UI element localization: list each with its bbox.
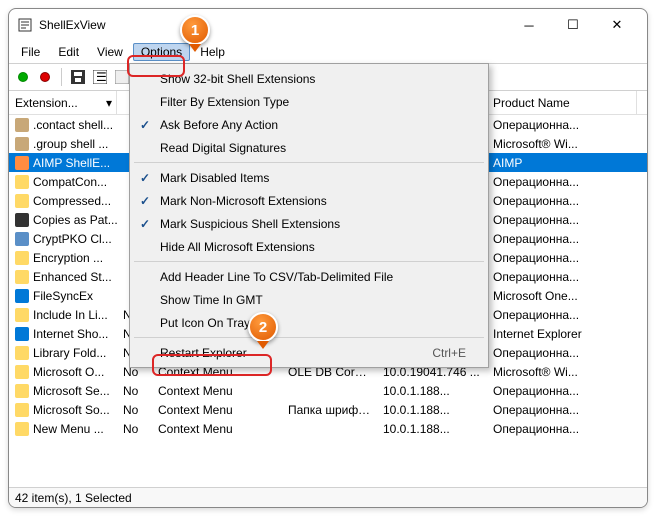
table-row[interactable]: Microsoft Se...NoContext Menu10.0.1.188.… [9,381,647,400]
statusbar: 42 item(s), 1 Selected [9,487,647,507]
window: ShellExView ─ ☐ ✕ File Edit View Options… [8,8,648,508]
menu-item[interactable]: Mark Suspicious Shell Extensions [132,212,486,235]
svg-text:☰: ☰ [96,70,107,84]
save-icon[interactable] [70,69,86,85]
menu-view[interactable]: View [89,43,131,61]
table-row[interactable]: Microsoft So...NoContext MenuПапка шрифт… [9,400,647,419]
menu-item[interactable]: Mark Non-Microsoft Extensions [132,189,486,212]
menu-edit[interactable]: Edit [50,43,87,61]
close-button[interactable]: ✕ [595,10,639,40]
maximize-button[interactable]: ☐ [551,10,595,40]
menu-item[interactable]: Mark Disabled Items [132,166,486,189]
minimize-button[interactable]: ─ [507,10,551,40]
disable-icon[interactable] [37,69,53,85]
menu-file[interactable]: File [13,43,48,61]
properties-icon[interactable] [114,69,130,85]
callout-1: 1 [180,15,210,52]
menu-item[interactable]: Read Digital Signatures [132,136,486,159]
refresh-icon[interactable]: ☰ [92,69,108,85]
menu-item[interactable]: Show Time In GMT [132,288,486,311]
enable-icon[interactable] [15,69,31,85]
menubar: File Edit View Options Help [9,41,647,63]
menu-item[interactable]: Ask Before Any Action [132,113,486,136]
table-row[interactable]: New Menu ...NoContext Menu10.0.1.188...О… [9,419,647,438]
menu-item[interactable]: Add Header Line To CSV/Tab-Delimited Fil… [132,265,486,288]
menu-item[interactable]: Put Icon On Tray [132,311,486,334]
callout-2: 2 [248,312,278,349]
menu-item[interactable]: Filter By Extension Type [132,90,486,113]
window-title: ShellExView [39,18,507,32]
menu-item[interactable]: Hide All Microsoft Extensions [132,235,486,258]
titlebar: ShellExView ─ ☐ ✕ [9,9,647,41]
app-icon [17,17,33,33]
header-product[interactable]: Product Name [487,91,637,114]
menu-item[interactable]: Show 32-bit Shell Extensions [132,67,486,90]
header-extension[interactable]: Extension...▾ [9,91,117,114]
options-dropdown: Show 32-bit Shell ExtensionsFilter By Ex… [129,63,489,368]
menu-item[interactable]: Restart ExplorerCtrl+E [132,341,486,364]
